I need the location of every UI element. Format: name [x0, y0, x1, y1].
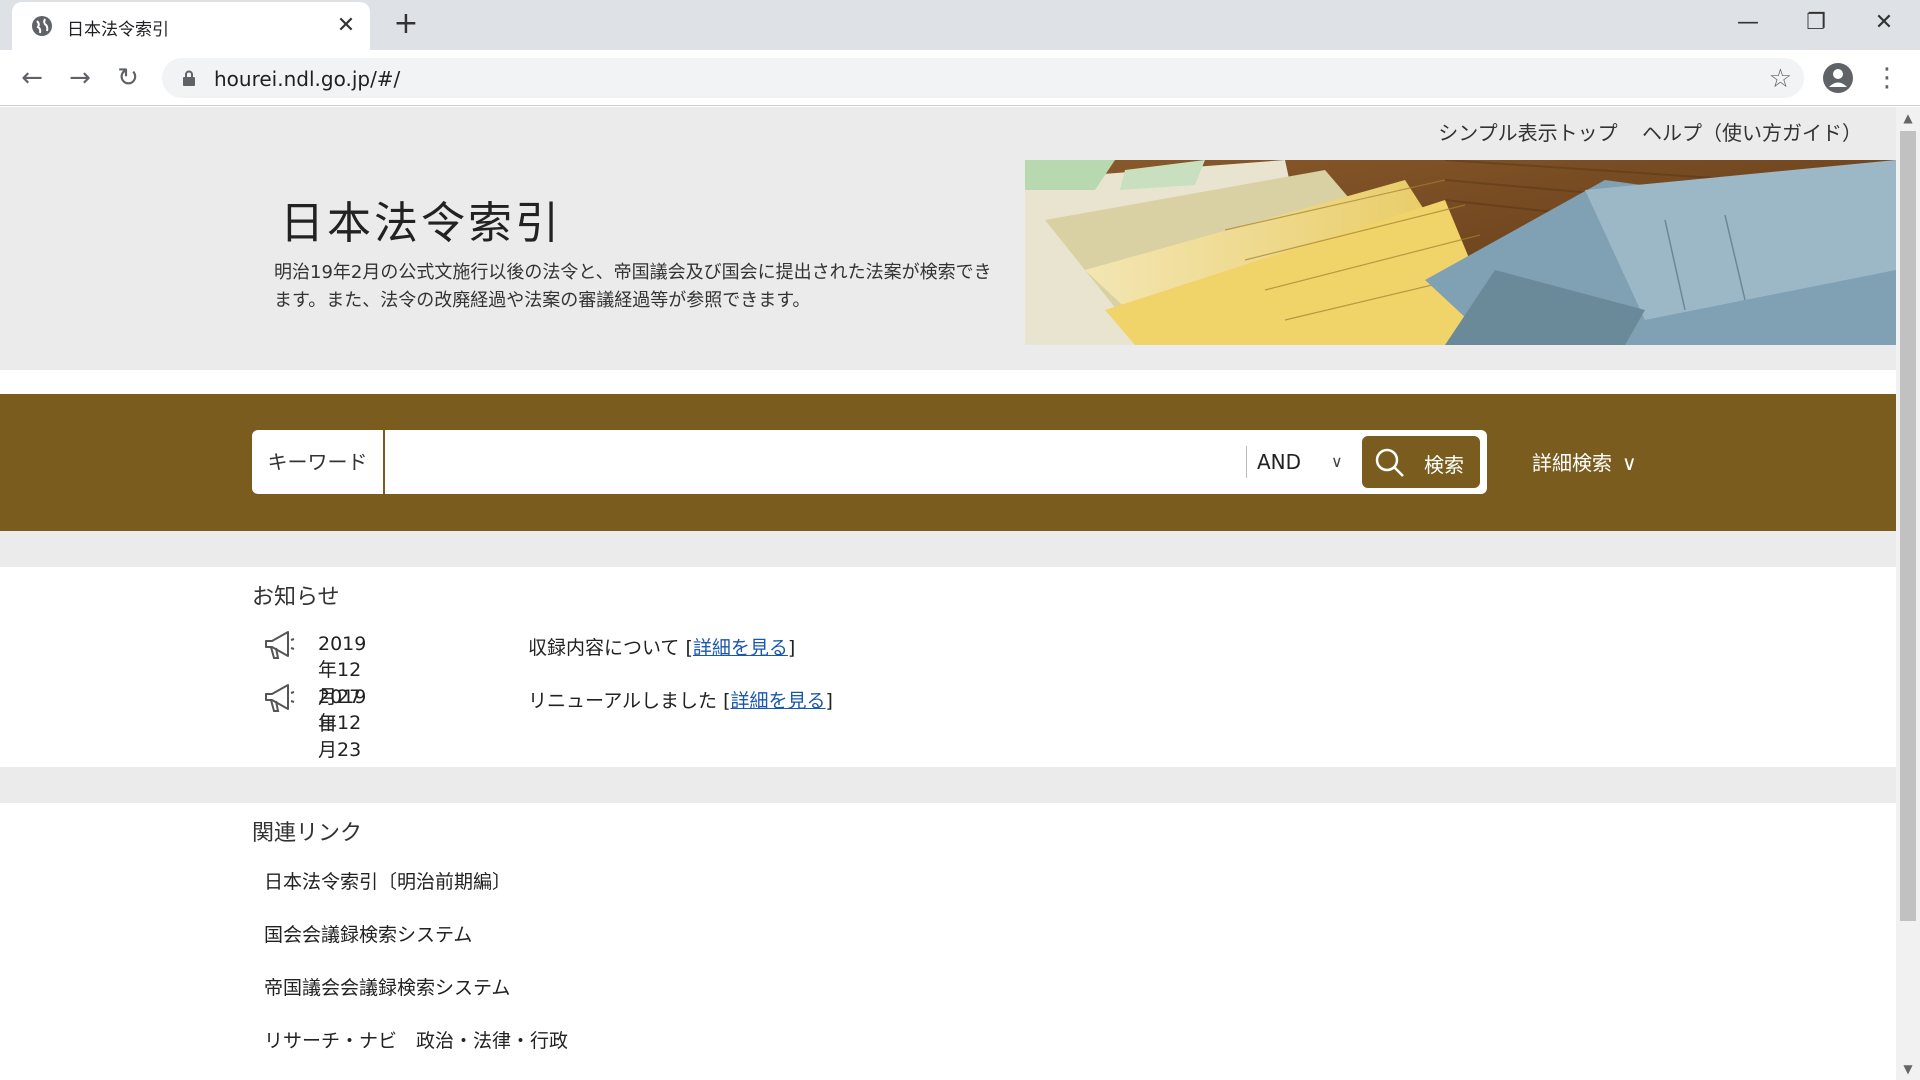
news-title: リニューアルしました — [528, 690, 724, 712]
keyword-input[interactable] — [389, 438, 1239, 486]
search-button-label: 検索 — [1424, 453, 1464, 477]
site-description: 明治19年2月の公式文施行以後の法令と、帝国議会及び国会に提出された法案が検索で… — [274, 262, 992, 311]
news-text: 収録内容について [詳細を見る] — [528, 637, 796, 659]
search-button[interactable]: 検索 — [1362, 436, 1480, 488]
news-heading: お知らせ — [252, 585, 340, 610]
section-divider — [0, 531, 1896, 567]
news-text: リニューアルしました [詳細を見る] — [528, 690, 833, 712]
site-title[interactable]: 日本法令索引 — [280, 187, 562, 251]
section-divider — [0, 767, 1896, 803]
related-link[interactable]: 国会会議録検索システム — [264, 920, 472, 947]
page-viewport: シンプル表示トップ ヘルプ（使い方ガイド） 日本法令索引 明治19年2月の公式文… — [0, 107, 1896, 1080]
search-box: キーワード AND ∨ 検索 — [252, 430, 1487, 494]
hero-image — [1025, 160, 1896, 345]
browser-tabstrip: 日本法令索引 ✕ + — ❐ ✕ — [0, 0, 1920, 50]
scroll-down-arrow-icon[interactable]: ▼ — [1896, 1058, 1920, 1080]
news-title: 収録内容について — [528, 637, 686, 659]
close-window-button[interactable]: ✕ — [1854, 4, 1914, 42]
news-detail-link[interactable]: 詳細を見る — [693, 637, 788, 659]
related-link[interactable]: リサーチ・ナビ 政治・法律・行政 — [264, 1026, 568, 1053]
operator-value: AND — [1257, 450, 1302, 474]
globe-icon — [32, 16, 52, 36]
url-text[interactable]: hourei.ndl.go.jp/#/ — [214, 67, 400, 91]
restore-button[interactable]: ❐ — [1786, 4, 1846, 42]
news-detail-link[interactable]: 詳細を見る — [731, 690, 826, 712]
related-links-section: 関連リンク 日本法令索引〔明治前期編〕 国会会議録検索システム 帝国議会会議録検… — [0, 803, 1896, 1080]
related-link[interactable]: 日本法令索引〔明治前期編〕 — [264, 867, 511, 894]
scroll-up-arrow-icon[interactable]: ▲ — [1896, 107, 1920, 129]
related-link[interactable]: 帝国議会会議録検索システム — [264, 973, 510, 1000]
forward-icon[interactable]: → — [64, 62, 96, 94]
scroll-thumb[interactable] — [1900, 131, 1916, 921]
related-links-heading: 関連リンク — [252, 821, 363, 846]
back-icon[interactable]: ← — [16, 62, 48, 94]
chevron-down-icon: ∨ — [1622, 451, 1637, 475]
keyword-label: キーワード — [252, 430, 385, 494]
lock-icon — [183, 70, 195, 86]
chevron-down-icon: ∨ — [1331, 452, 1343, 471]
tab-title: 日本法令索引 — [67, 20, 169, 40]
help-link[interactable]: ヘルプ（使い方ガイド） — [1642, 121, 1862, 145]
search-band: キーワード AND ∨ 検索 詳細検索 ∨ — [0, 394, 1896, 531]
search-icon — [1375, 448, 1404, 477]
megaphone-icon — [265, 631, 295, 659]
simple-view-top-link[interactable]: シンプル表示トップ — [1438, 121, 1617, 145]
browser-menu-icon[interactable]: ⋮ — [1874, 60, 1900, 96]
minimize-button[interactable]: — — [1718, 4, 1778, 42]
browser-toolbar: ← → ↻ hourei.ndl.go.jp/#/ ☆ ⋮ — [0, 50, 1920, 106]
site-header: シンプル表示トップ ヘルプ（使い方ガイド） 日本法令索引 明治19年2月の公式文… — [0, 107, 1896, 370]
browser-tab[interactable]: 日本法令索引 ✕ — [12, 2, 370, 50]
operator-select[interactable]: AND ∨ — [1246, 446, 1356, 478]
reload-icon[interactable]: ↻ — [112, 62, 144, 94]
news-section: お知らせ 2019年12月27日 収録内容について [詳細を見る] 2019年1… — [0, 567, 1896, 788]
new-tab-button[interactable]: + — [392, 9, 420, 39]
top-links: シンプル表示トップ ヘルプ（使い方ガイド） — [1420, 117, 1862, 146]
megaphone-icon — [265, 684, 295, 712]
profile-icon[interactable] — [1822, 62, 1854, 94]
address-bar[interactable]: hourei.ndl.go.jp/#/ ☆ — [162, 58, 1804, 98]
close-tab-icon[interactable]: ✕ — [334, 14, 358, 38]
advanced-search-label: 詳細検索 — [1532, 451, 1612, 475]
page-scrollbar[interactable]: ▲ ▼ — [1896, 107, 1920, 1080]
bookmark-star-icon[interactable]: ☆ — [1769, 64, 1792, 94]
advanced-search-toggle[interactable]: 詳細検索 ∨ — [1532, 447, 1637, 476]
